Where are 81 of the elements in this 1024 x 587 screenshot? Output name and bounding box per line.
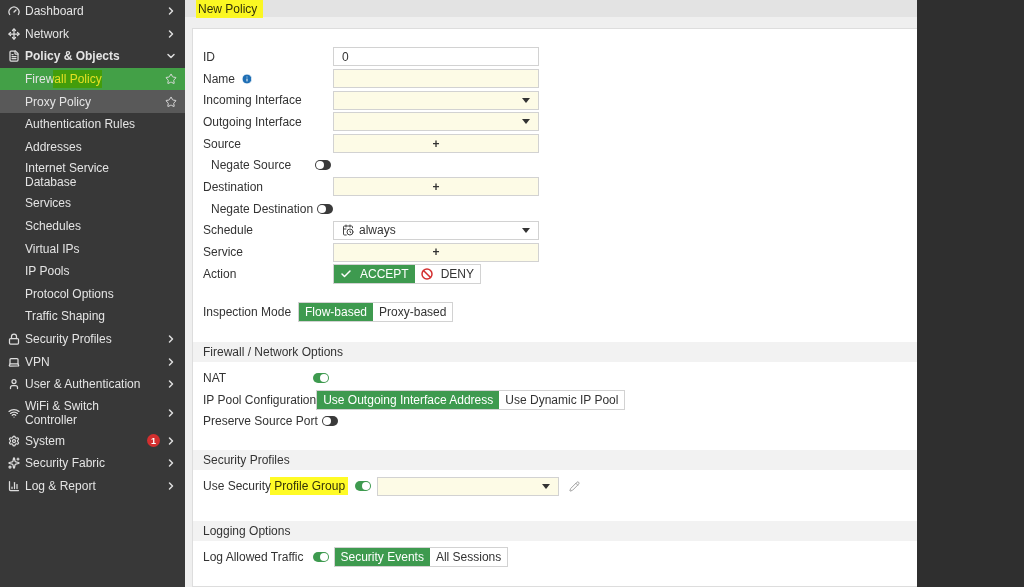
nav-item[interactable]: Protocol Options — [0, 282, 185, 306]
field-label: Inspection Mode — [203, 305, 292, 320]
nav-icon — [8, 333, 20, 345]
field-label: Source — [203, 136, 242, 151]
toggle-switch[interactable] — [355, 481, 372, 492]
caret-icon — [522, 97, 530, 103]
field-label: Name — [203, 71, 235, 86]
field-label: Action — [203, 266, 237, 281]
nav-icon — [8, 27, 20, 40]
section-header: Firewall / Network Options — [193, 342, 917, 363]
field-label: Log Allowed Traffic — [203, 549, 304, 564]
nav-item[interactable]: Traffic Shaping — [0, 305, 185, 328]
nav-icon — [8, 457, 20, 470]
nav-item[interactable]: User & Authentication — [0, 372, 185, 396]
field-label: Incoming Interface — [203, 93, 302, 108]
info-icon — [241, 72, 253, 85]
star-icon[interactable] — [165, 73, 177, 86]
nav-item[interactable]: Network — [0, 22, 185, 46]
input-field[interactable] — [333, 69, 539, 89]
option-button[interactable]: Flow-based — [299, 303, 374, 322]
toggle-switch[interactable] — [317, 203, 334, 214]
toggle-switch[interactable] — [312, 551, 329, 562]
field-label: Service — [203, 245, 243, 260]
nav-item[interactable]: Addresses — [0, 135, 185, 159]
field-label: Schedule — [203, 223, 254, 238]
nav-icon — [8, 480, 20, 492]
nav-item[interactable]: Log & Report — [0, 474, 185, 498]
add-field[interactable]: + — [333, 134, 539, 154]
field-label: Negate Destination — [211, 201, 314, 216]
caret-icon — [522, 119, 530, 125]
nav-item[interactable]: Authentication Rules — [0, 112, 185, 136]
field-label: Outgoing Interface — [203, 114, 302, 129]
field-label: NAT — [203, 371, 227, 386]
nav-item[interactable]: Security Profiles — [0, 327, 185, 351]
edit-icon[interactable] — [569, 480, 581, 492]
add-field[interactable]: + — [333, 177, 539, 197]
nav-item[interactable]: Schedules — [0, 214, 185, 238]
field-label: Destination — [203, 179, 264, 194]
nav-item[interactable]: VPN — [0, 350, 185, 373]
page-title: New Policy — [198, 1, 258, 16]
nav-item[interactable]: IP Pools — [0, 259, 185, 283]
add-field[interactable]: + — [333, 242, 539, 262]
field-label: Negate Source — [211, 158, 292, 173]
deny-icon — [420, 267, 433, 280]
nav-item[interactable]: Security Fabric — [0, 452, 185, 475]
nav-icon — [8, 50, 20, 63]
nav-item[interactable]: Dashboard — [0, 0, 185, 23]
nav-icon — [8, 434, 20, 447]
nav-icon — [8, 378, 20, 391]
select-field[interactable]: always — [333, 220, 539, 240]
select-field[interactable] — [377, 476, 560, 496]
star-icon[interactable] — [165, 95, 177, 108]
nav-icon — [8, 5, 20, 18]
input-field[interactable]: 0 — [333, 47, 539, 67]
field-label: Preserve Source Port — [203, 414, 318, 429]
calendar-icon — [342, 224, 354, 237]
caret-icon — [542, 483, 551, 489]
nav-item[interactable]: System 1 — [0, 429, 185, 453]
field-label: IP Pool Configuration — [203, 392, 317, 407]
toggle-switch[interactable] — [321, 416, 338, 427]
nav-item[interactable]: Policy & Objects — [0, 45, 185, 68]
nav-icon — [8, 406, 20, 419]
nav-item[interactable]: WiFi & Switch Controller — [0, 395, 185, 430]
nav-item[interactable]: Services — [0, 192, 185, 215]
nav-item[interactable]: Proxy Policy — [0, 90, 185, 113]
section-header: Logging Options — [193, 521, 917, 541]
toggle-switch[interactable] — [315, 160, 331, 171]
select-field[interactable] — [333, 90, 539, 110]
option-button[interactable]: ACCEPT — [334, 264, 415, 283]
select-field[interactable] — [333, 112, 539, 132]
nav-item[interactable]: Virtual IPs — [0, 237, 185, 260]
nav-icon — [8, 355, 20, 368]
option-button[interactable]: Use Outgoing Interface Address — [317, 390, 500, 409]
check-icon — [340, 267, 352, 280]
section-header: Security Profiles — [193, 450, 917, 471]
option-button[interactable]: Security Events — [334, 547, 430, 566]
field-label: ID — [203, 49, 215, 64]
notification-badge: 1 — [147, 434, 160, 448]
toggle-switch[interactable] — [313, 373, 329, 384]
caret-icon — [522, 227, 530, 233]
nav-item[interactable]: Internet Service Database — [0, 158, 185, 193]
